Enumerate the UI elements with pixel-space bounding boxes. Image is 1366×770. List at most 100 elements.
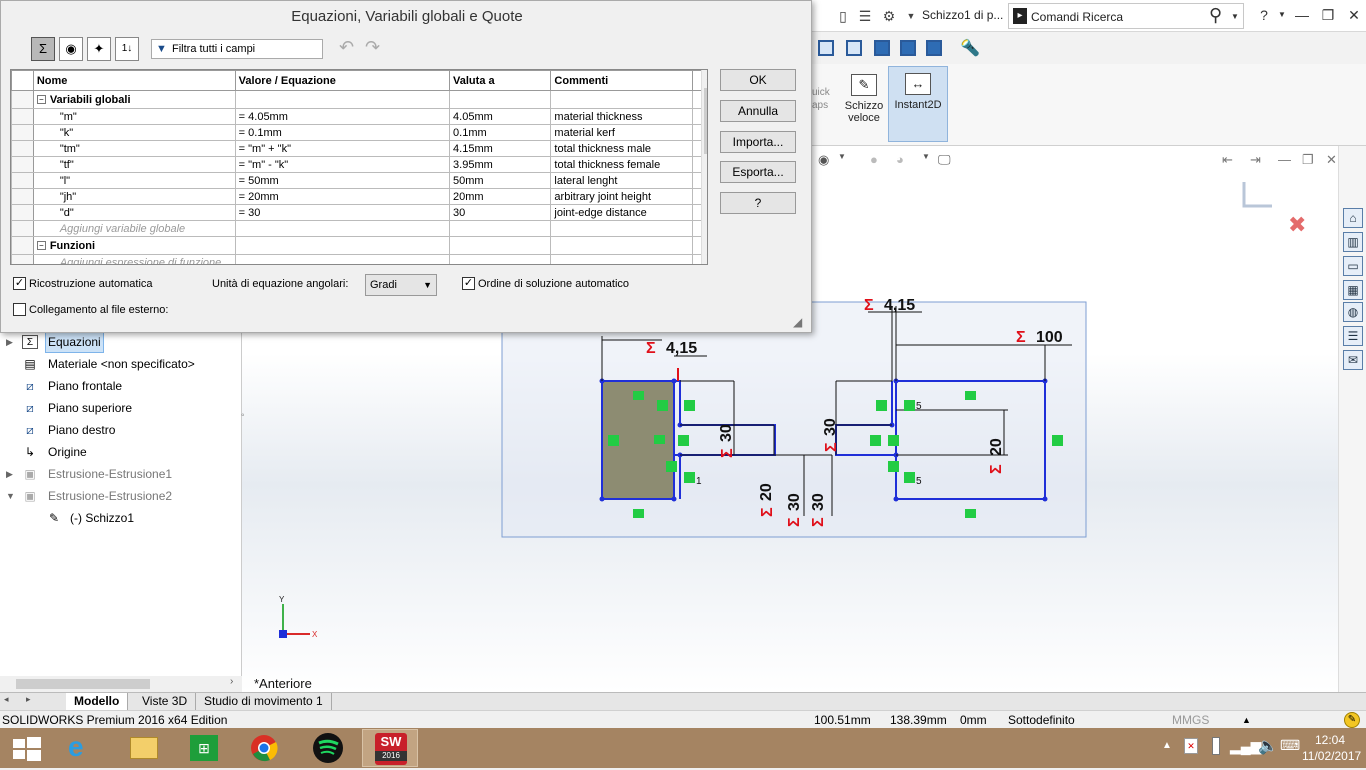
collapse-icon[interactable]: − [36,95,46,105]
taskbar-solidworks[interactable]: SW 2016 [362,729,418,767]
expand-arrow-icon[interactable]: ▶ [6,332,13,352]
confirm-sketch-icon[interactable] [1242,182,1272,208]
dim-tm-left[interactable]: 4,15 [666,340,697,357]
angle-units-select[interactable]: Gradi ▼ [365,274,437,296]
col-nome[interactable]: Nome [32,70,236,91]
var-comment[interactable]: total thickness female [550,156,694,173]
esporta-button[interactable]: Esporta... [720,161,796,183]
filter-all-fields-input[interactable]: ▼ Filtra tutti i campi [151,39,323,59]
tab-modello[interactable]: Modello [66,693,129,711]
expand-arrow-icon[interactable]: ▶ [6,464,13,484]
quick-snaps-button[interactable]: uick aps [812,86,830,112]
design-library-icon[interactable]: ▥ [1343,232,1363,252]
tree-item-schizzo1[interactable]: ✎ (-) Schizzo1 [0,508,240,528]
table-row[interactable]: "tf" = "m" - "k" 3.95mm total thickness … [11,156,707,173]
help-button[interactable]: ? [720,192,796,214]
var-value[interactable]: = 30 [234,204,451,221]
var-value[interactable]: = 50mm [234,172,451,189]
auto-rebuild-checkbox[interactable]: ✓ [13,277,26,290]
group-row-funzioni[interactable]: − Funzioni [11,236,707,255]
add-global-variable-cell[interactable]: Aggiungi variabile globale [32,220,236,237]
var-name[interactable]: "jh" [32,188,236,205]
taskbar-spotify[interactable] [300,729,356,767]
forum-icon[interactable]: ✉ [1343,350,1363,370]
tab-scroll-left-icon[interactable]: ◂ [4,694,9,705]
scroll-right-icon[interactable]: › [230,676,233,687]
table-row[interactable]: "k" = 0.1mm 0.1mm material kerf [11,124,707,141]
var-name[interactable]: "tf" [32,156,236,173]
redo-icon[interactable]: ↷ [365,37,380,58]
importa-button[interactable]: Importa... [720,131,796,153]
scrollbar-thumb[interactable] [16,679,150,689]
tree-item-origine[interactable]: ↳ Origine [0,442,240,462]
tree-item-piano-frontale[interactable]: ⧄ Piano frontale [0,376,240,396]
instant2d-button[interactable]: ↔ Instant2D [888,66,948,142]
var-name[interactable]: "l" [32,172,236,189]
taskbar-chrome[interactable] [236,729,292,767]
clock-time[interactable]: 12:04 [1302,733,1358,747]
col-valuta[interactable]: Valuta a [449,70,552,91]
var-comment[interactable]: lateral lenght [550,172,694,189]
var-value[interactable]: = 4.05mm [234,108,451,125]
col-valore[interactable]: Valore / Equazione [234,70,451,91]
start-button[interactable] [0,729,56,767]
sketch-equation-view-icon[interactable]: ◉ [59,37,83,61]
tree-item-piano-superiore[interactable]: ⧄ Piano superiore [0,398,240,418]
dim-20-right[interactable]: 20 [988,438,1005,456]
collapse-icon[interactable]: − [36,241,46,251]
table-vertical-scrollbar[interactable]: ▲ ▼ [701,70,707,264]
options-list-icon[interactable]: ☰ [856,7,874,25]
var-comment[interactable]: total thickness male [550,140,694,157]
var-comment[interactable]: material thickness [550,108,694,125]
collapse-arrow-icon[interactable]: ▼ [6,486,15,506]
tree-item-estrusione1[interactable]: ▶ ▣ Estrusione-Estrusione1 [0,464,240,484]
units-menu-icon[interactable]: ▲ [1242,711,1251,729]
auto-solve-order-checkbox[interactable]: ✓ [462,277,475,290]
dim-20-left[interactable]: 20 [758,483,775,501]
resize-grip-icon[interactable]: ◢ [793,315,807,329]
gear-icon[interactable]: ⚙ [880,7,898,25]
var-name[interactable]: "tm" [32,140,236,157]
close-button[interactable]: ✕ [1342,4,1366,26]
search-dropdown-icon[interactable]: ▼ [1231,12,1239,21]
pin-icon[interactable]: ▯ [834,7,852,25]
var-name[interactable]: "m" [32,108,236,125]
panel-splitter-handle[interactable]: ◦ [241,410,249,430]
var-value[interactable]: = "m" + "k" [234,140,451,157]
equation-view-icon[interactable]: Σ [31,37,55,61]
link-external-checkbox[interactable] [13,303,26,316]
chevron-down-icon[interactable]: ▼ [902,7,920,25]
var-name[interactable]: "d" [32,204,236,221]
var-comment[interactable]: joint-edge distance [550,204,694,221]
rebuild-icon[interactable]: ✎ [1344,712,1360,728]
var-comment[interactable]: material kerf [550,124,694,141]
unit-system[interactable]: MMGS [1172,711,1209,729]
volume-icon[interactable]: 🔈 [1258,736,1278,756]
add-function-row[interactable]: Aggiungi espressione di funzione [11,254,707,264]
show-hidden-icons[interactable]: ▲ [1162,740,1172,751]
scroll-down-icon[interactable]: ▼ [705,252,707,262]
home-icon[interactable]: ⌂ [1343,208,1363,228]
scrollbar-thumb[interactable] [704,88,707,154]
signal-icon[interactable]: ▂▄▆ [1230,738,1261,755]
restore-button[interactable]: ❐ [1316,4,1340,26]
ordered-view-icon[interactable]: 1↓ [115,37,139,61]
table-row[interactable]: "tm" = "m" + "k" 4.15mm total thickness … [11,140,707,157]
shaded-edges-cube-icon[interactable] [900,40,916,56]
wireframe-cube-icon[interactable] [818,40,834,56]
var-value[interactable]: = 20mm [234,188,451,205]
cancel-sketch-icon[interactable]: ✖ [1288,212,1306,237]
section-cube-icon[interactable] [926,40,942,56]
tree-item-equazioni[interactable]: ▶ Σ Equazioni [0,331,240,353]
taskbar-store[interactable]: ⊞ [176,729,232,767]
view-palette-icon[interactable]: ▦ [1343,280,1363,300]
var-name[interactable]: "k" [32,124,236,141]
schizzo-veloce-button[interactable]: ✎ Schizzo veloce [842,68,886,142]
annulla-button[interactable]: Annulla [720,100,796,122]
battery-icon[interactable] [1212,737,1220,755]
dim-30-b[interactable]: 30 [786,493,803,511]
taskbar-file-explorer[interactable] [116,729,172,767]
search-icon[interactable]: ⚲ [1209,5,1222,26]
scroll-up-icon[interactable]: ▲ [705,72,707,82]
keyboard-icon[interactable]: ⌨ [1280,737,1300,754]
